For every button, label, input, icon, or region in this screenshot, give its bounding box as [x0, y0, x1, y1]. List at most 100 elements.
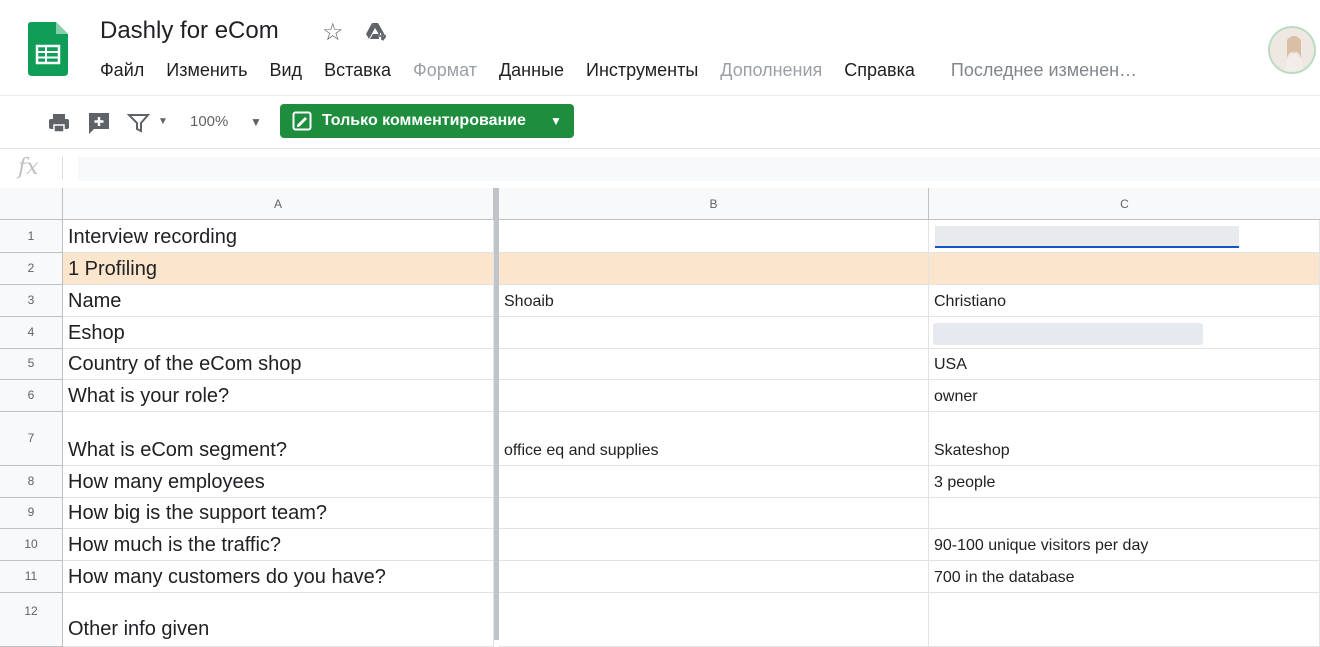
menu-bar: Файл Изменить Вид Вставка Формат Данные …	[100, 60, 1154, 81]
cell-c10[interactable]: 90-100 unique visitors per day	[929, 529, 1320, 561]
table-row: 6 What is your role? owner	[0, 380, 1320, 412]
cell-a12[interactable]: Other info given	[63, 593, 494, 647]
cell-b5[interactable]	[499, 349, 929, 380]
cell-a3[interactable]: Name	[63, 285, 494, 317]
cell-b4[interactable]	[499, 317, 929, 349]
row-header[interactable]: 4	[0, 317, 63, 349]
avatar-image	[1270, 28, 1314, 72]
row-header[interactable]: 11	[0, 561, 63, 593]
menu-addons[interactable]: Дополнения	[720, 60, 822, 80]
cell-b2[interactable]	[499, 253, 929, 285]
cell-a7[interactable]: What is eCom segment?	[63, 412, 494, 466]
cell-a11[interactable]: How many customers do you have?	[63, 561, 494, 593]
table-row: 5 Country of the eCom shop USA	[0, 349, 1320, 380]
column-header-c[interactable]: C	[929, 188, 1320, 220]
menu-format[interactable]: Формат	[413, 60, 477, 80]
table-row: 12 Other info given	[0, 593, 1320, 647]
cell-c11[interactable]: 700 in the database	[929, 561, 1320, 593]
cell-a1[interactable]: Interview recording	[63, 220, 494, 253]
table-row: 3 Name Shoaib Christiano	[0, 285, 1320, 317]
comment-mode-icon	[292, 111, 312, 131]
table-row: 10 How much is the traffic? 90-100 uniqu…	[0, 529, 1320, 561]
table-row: 8 How many employees 3 people	[0, 466, 1320, 498]
column-header-b[interactable]: B	[499, 188, 929, 220]
cell-b7[interactable]: office eq and supplies	[499, 412, 929, 466]
cell-a9[interactable]: How big is the support team?	[63, 498, 494, 529]
table-row: 11 How many customers do you have? 700 i…	[0, 561, 1320, 593]
fx-icon: fx	[18, 155, 39, 180]
cell-b11[interactable]	[499, 561, 929, 593]
cell-b10[interactable]	[499, 529, 929, 561]
table-row: 2 1 Profiling	[0, 253, 1320, 285]
cell-b8[interactable]	[499, 466, 929, 498]
filter-icon[interactable]	[126, 110, 152, 136]
cell-c5[interactable]: USA	[929, 349, 1320, 380]
cell-c8[interactable]: 3 people	[929, 466, 1320, 498]
zoom-dropdown-icon[interactable]: ▼	[250, 115, 262, 129]
cell-b3[interactable]: Shoaib	[499, 285, 929, 317]
select-all-corner[interactable]	[0, 188, 63, 220]
cell-c7[interactable]: Skateshop	[929, 412, 1320, 466]
star-icon[interactable]: ☆	[322, 18, 344, 47]
menu-help[interactable]: Справка	[844, 60, 915, 80]
table-row: 1 Interview recording	[0, 220, 1320, 253]
frozen-column-divider[interactable]	[494, 188, 499, 640]
menu-view[interactable]: Вид	[270, 60, 303, 80]
cell-c2[interactable]	[929, 253, 1320, 285]
cell-a4[interactable]: Eshop	[63, 317, 494, 349]
comment-mode-button[interactable]: Только комментирование ▼	[280, 104, 574, 138]
add-comment-icon[interactable]	[86, 110, 112, 136]
row-header[interactable]: 10	[0, 529, 63, 561]
cell-c4[interactable]	[929, 317, 1320, 349]
avatar[interactable]	[1268, 26, 1316, 74]
cell-c6[interactable]: owner	[929, 380, 1320, 412]
formula-input[interactable]	[78, 157, 1320, 181]
row-header[interactable]: 1	[0, 220, 63, 253]
cell-a2[interactable]: 1 Profiling	[63, 253, 494, 285]
redacted-link	[935, 226, 1239, 248]
sheets-logo-icon[interactable]	[28, 22, 68, 76]
formula-divider	[62, 157, 63, 179]
menu-data[interactable]: Данные	[499, 60, 564, 80]
cell-b6[interactable]	[499, 380, 929, 412]
cell-b12[interactable]	[499, 593, 929, 647]
comment-mode-label: Только комментирование	[322, 112, 526, 129]
last-edit-link[interactable]: Последнее изменен…	[951, 60, 1137, 80]
table-row: 7 What is eCom segment? office eq and su…	[0, 412, 1320, 466]
cell-a6[interactable]: What is your role?	[63, 380, 494, 412]
redacted-value	[933, 323, 1203, 345]
zoom-select[interactable]: 100%	[190, 113, 228, 130]
cell-b1[interactable]	[499, 220, 929, 253]
row-header[interactable]: 2	[0, 253, 63, 285]
row-header[interactable]: 12	[0, 593, 63, 647]
print-icon[interactable]	[46, 110, 72, 136]
row-header[interactable]: 5	[0, 349, 63, 380]
menu-edit[interactable]: Изменить	[166, 60, 247, 80]
cell-c9[interactable]	[929, 498, 1320, 529]
row-header[interactable]: 9	[0, 498, 63, 529]
menu-file[interactable]: Файл	[100, 60, 144, 80]
row-header[interactable]: 6	[0, 380, 63, 412]
drive-move-icon[interactable]	[364, 20, 388, 44]
cell-c1[interactable]	[929, 220, 1320, 253]
toolbar: ▼ 100% ▼ Только комментирование ▼	[0, 95, 1320, 149]
cell-b9[interactable]	[499, 498, 929, 529]
row-header[interactable]: 3	[0, 285, 63, 317]
cell-a8[interactable]: How many employees	[63, 466, 494, 498]
table-row: 9 How big is the support team?	[0, 498, 1320, 529]
cell-a5[interactable]: Country of the eCom shop	[63, 349, 494, 380]
table-row: 4 Eshop	[0, 317, 1320, 349]
menu-tools[interactable]: Инструменты	[586, 60, 698, 80]
cell-c3[interactable]: Christiano	[929, 285, 1320, 317]
formula-bar: fx	[0, 148, 1320, 189]
row-header[interactable]: 7	[0, 412, 63, 466]
app-header: Dashly for eCom ☆ Файл Изменить Вид Вста…	[0, 0, 1320, 94]
comment-mode-dropdown-icon: ▼	[550, 114, 562, 128]
menu-insert[interactable]: Вставка	[324, 60, 391, 80]
cell-c12[interactable]	[929, 593, 1320, 647]
filter-dropdown-icon[interactable]: ▼	[158, 116, 168, 127]
row-header[interactable]: 8	[0, 466, 63, 498]
document-title[interactable]: Dashly for eCom	[100, 17, 279, 45]
column-header-a[interactable]: A	[63, 188, 494, 220]
cell-a10[interactable]: How much is the traffic?	[63, 529, 494, 561]
